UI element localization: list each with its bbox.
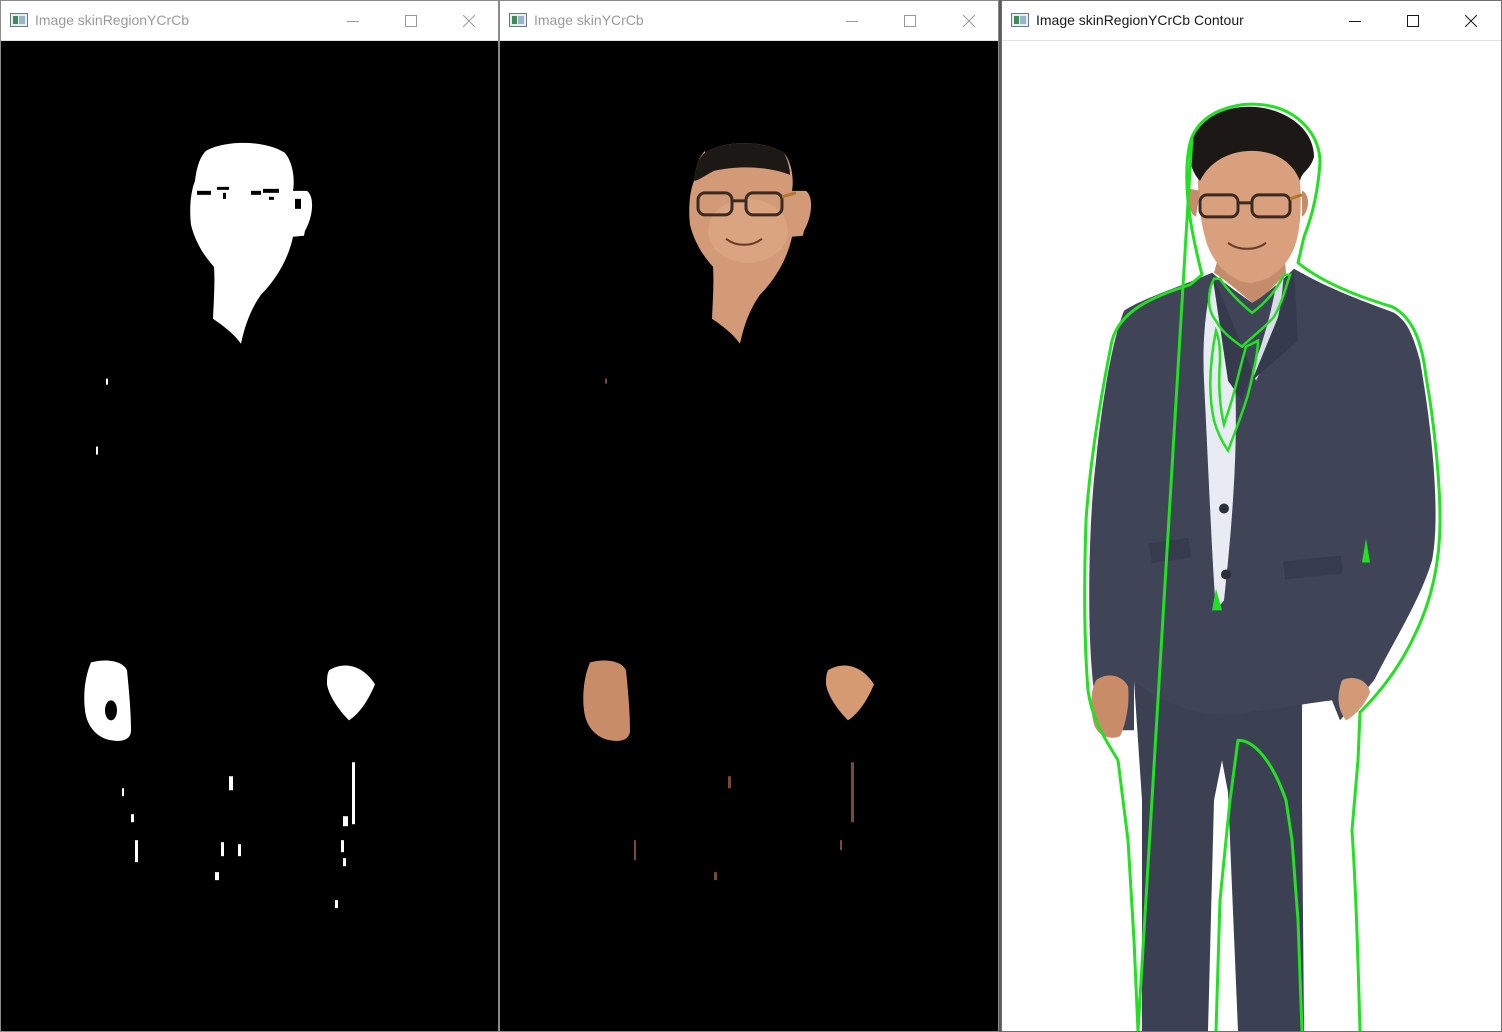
close-icon (463, 14, 475, 27)
window-title: Image skinRegionYCrCb (35, 12, 190, 28)
title-bar[interactable]: Image skinRegionYCrCb (1, 1, 498, 41)
close-button[interactable] (440, 1, 498, 40)
maximize-icon (405, 14, 417, 27)
window-skin-extracted[interactable]: Image skinYCrCb (499, 0, 999, 1032)
image-canvas (1002, 41, 1501, 1031)
close-icon (963, 14, 975, 27)
image-window-icon (10, 13, 28, 27)
minimize-icon (347, 20, 359, 22)
window-contour[interactable]: Image skinRegionYCrCb Contour (1001, 0, 1502, 1032)
window-skin-region-mask[interactable]: Image skinRegionYCrCb (0, 0, 499, 1032)
skin-extracted-image (500, 41, 998, 1031)
maximize-button[interactable] (382, 1, 440, 40)
minimize-button[interactable] (1326, 1, 1384, 40)
title-bar[interactable]: Image skinYCrCb (500, 1, 998, 41)
image-window-icon (509, 13, 527, 27)
minimize-icon (846, 20, 858, 22)
image-canvas (500, 41, 998, 1031)
close-button[interactable] (940, 1, 998, 40)
maximize-button[interactable] (1384, 1, 1442, 40)
image-canvas (1, 41, 498, 1031)
maximize-icon (904, 14, 916, 27)
window-title: Image skinYCrCb (534, 12, 644, 28)
maximize-button[interactable] (881, 1, 939, 40)
maximize-icon (1407, 14, 1419, 27)
close-icon (1465, 14, 1477, 27)
minimize-button[interactable] (324, 1, 382, 40)
minimize-button[interactable] (823, 1, 881, 40)
minimize-icon (1349, 20, 1361, 22)
close-button[interactable] (1442, 1, 1500, 40)
image-window-icon (1011, 13, 1029, 27)
skin-mask-image (1, 41, 498, 1031)
contour-image (1002, 41, 1501, 1031)
title-bar[interactable]: Image skinRegionYCrCb Contour (1002, 1, 1501, 41)
window-title: Image skinRegionYCrCb Contour (1036, 12, 1244, 28)
